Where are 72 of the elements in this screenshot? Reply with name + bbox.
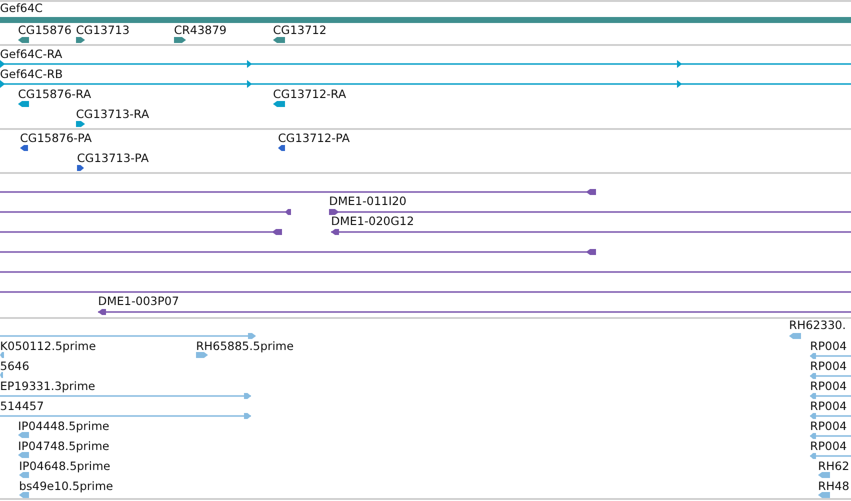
clone-glyph[interactable] — [331, 229, 851, 235]
feature-label: Gef64C-RB — [0, 67, 63, 81]
feature-label: bs49e10.5prime — [19, 479, 114, 493]
feature-label: DME1-003P07 — [98, 294, 180, 308]
feature-label: K050112.5prime — [0, 339, 96, 353]
est-glyph[interactable] — [810, 453, 851, 459]
feature-label: DME1-011I20 — [329, 194, 406, 208]
feature-label: DME1-020G12 — [331, 214, 414, 228]
feature-label: RH48 — [818, 479, 850, 493]
feature-label: CG13713 — [76, 23, 130, 37]
feature-label: CG13713-PA — [77, 151, 149, 165]
feature-label: CG15876-RA — [18, 87, 92, 101]
clone-glyph[interactable] — [0, 249, 596, 255]
est-glyph[interactable] — [19, 492, 29, 498]
gene-glyph[interactable] — [76, 37, 85, 43]
feature-label: IP04448.5prime — [18, 419, 110, 433]
est-glyph[interactable] — [789, 333, 801, 339]
est-glyph[interactable] — [18, 452, 29, 458]
gene-glyph[interactable] — [273, 37, 285, 43]
feature-label: RP004 — [810, 419, 847, 433]
feature-label: RH62 — [818, 459, 850, 473]
feature-label: EP19331.3prime — [0, 379, 96, 393]
feature-label: CG13712-PA — [278, 131, 350, 145]
est-glyph[interactable] — [0, 393, 251, 399]
est-glyph[interactable] — [818, 472, 830, 478]
feature-label: IP04648.5prime — [19, 459, 110, 473]
feature-label: RH65885.5prime — [196, 339, 294, 353]
clone-glyph[interactable] — [0, 229, 282, 235]
transcript-glyph[interactable] — [273, 101, 285, 107]
est-glyph[interactable] — [810, 373, 851, 379]
feature-label: RP004 — [810, 399, 847, 413]
gene-glyph[interactable] — [18, 37, 29, 43]
feature-label: CG13712-RA — [273, 87, 346, 101]
feature-label: IP04748.5prime — [18, 439, 110, 453]
feature-label: Gef64C-RA — [0, 47, 62, 61]
transcript-glyph[interactable] — [0, 60, 851, 68]
est-glyph[interactable] — [810, 413, 851, 419]
clone-glyph[interactable] — [0, 189, 596, 195]
est-glyph[interactable] — [0, 333, 256, 339]
est-glyph[interactable] — [19, 472, 29, 478]
transcript-glyph[interactable] — [0, 80, 851, 88]
feature-label: CG15876 — [18, 23, 72, 37]
clone-glyph[interactable] — [0, 209, 291, 215]
est-glyph[interactable] — [810, 393, 851, 399]
feature-label: 5646 — [0, 359, 30, 373]
feature-label: RP004 — [810, 439, 847, 453]
feature-label: CG13712 — [273, 23, 327, 37]
est-glyph[interactable] — [810, 433, 851, 439]
feature-label: CG13713-RA — [76, 107, 150, 121]
clone-glyph[interactable] — [329, 209, 851, 215]
est-glyph[interactable] — [0, 352, 4, 358]
feature-label: RP004 — [810, 379, 847, 393]
feature-label: RP004 — [810, 359, 847, 373]
feature-label: Gef64C — [0, 1, 43, 15]
est-glyph[interactable] — [196, 352, 208, 358]
feature-label: CG15876-PA — [20, 131, 92, 145]
feature-label: RH62330. — [789, 318, 846, 332]
gene-glyph[interactable] — [174, 37, 186, 43]
feature-label: CR43879 — [174, 23, 227, 37]
protein-glyph[interactable] — [278, 145, 285, 151]
protein-glyph[interactable] — [77, 165, 84, 171]
protein-glyph[interactable] — [20, 145, 28, 151]
est-glyph[interactable] — [18, 432, 29, 438]
transcript-glyph[interactable] — [18, 101, 29, 107]
feature-label: 514457 — [0, 399, 44, 413]
feature-label: RP004 — [810, 339, 847, 353]
transcript-glyph[interactable] — [76, 121, 85, 127]
clone-glyph[interactable] — [98, 309, 851, 315]
est-glyph[interactable] — [0, 372, 3, 378]
est-glyph[interactable] — [810, 353, 851, 359]
est-glyph[interactable] — [0, 413, 251, 419]
est-glyph[interactable] — [818, 492, 830, 498]
